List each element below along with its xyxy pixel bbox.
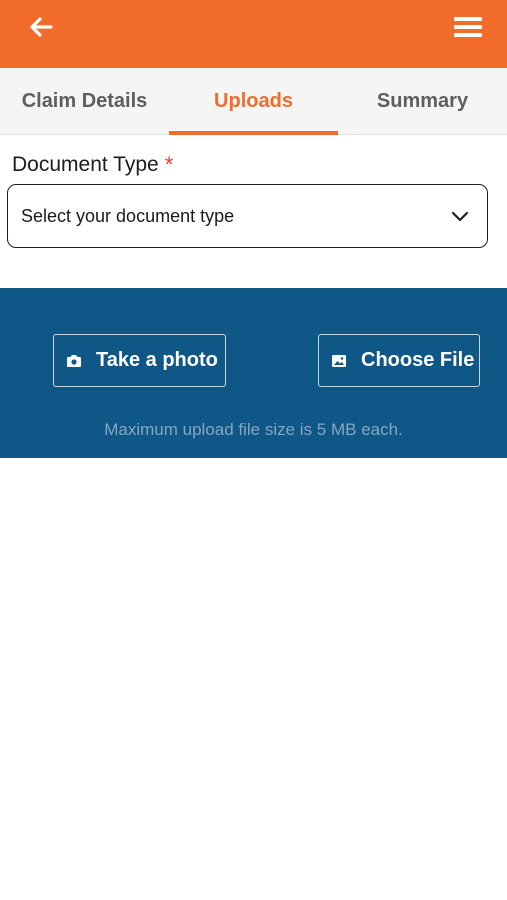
choose-file-button[interactable]: Choose File: [318, 334, 480, 387]
arrow-left-icon: [30, 17, 53, 37]
active-tab-indicator: [169, 131, 338, 135]
document-type-select[interactable]: Select your document type: [7, 184, 488, 248]
app-header: [0, 0, 507, 68]
required-marker: *: [164, 152, 174, 177]
document-type-label: Document Type *: [12, 151, 173, 179]
image-icon: [332, 354, 346, 367]
hamburger-menu-icon: [454, 17, 482, 37]
tab-label: Uploads: [214, 90, 293, 112]
document-type-label-text: Document Type: [12, 153, 159, 176]
camera-icon: [67, 354, 81, 367]
menu-button[interactable]: [450, 12, 486, 42]
take-photo-label: Take a photo: [96, 349, 218, 371]
tab-label: Claim Details: [21, 90, 148, 112]
app-screen: Claim Details Uploads Summary Document T…: [0, 0, 507, 900]
back-button[interactable]: [24, 12, 58, 42]
tab-label: Summary: [376, 90, 469, 112]
take-photo-button[interactable]: Take a photo: [53, 334, 226, 387]
tab-bar: Claim Details Uploads Summary: [0, 68, 507, 135]
chevron-down-icon: [451, 211, 469, 222]
tab-summary[interactable]: Summary: [338, 68, 507, 135]
tab-uploads[interactable]: Uploads: [169, 68, 338, 135]
upload-size-note: Maximum upload file size is 5 MB each.: [104, 420, 403, 439]
upload-panel: Take a photo Choose File Maximum upload …: [0, 288, 507, 458]
tab-claim-details[interactable]: Claim Details: [0, 68, 169, 135]
document-type-placeholder: Select your document type: [21, 205, 235, 226]
choose-file-label: Choose File: [361, 349, 475, 371]
